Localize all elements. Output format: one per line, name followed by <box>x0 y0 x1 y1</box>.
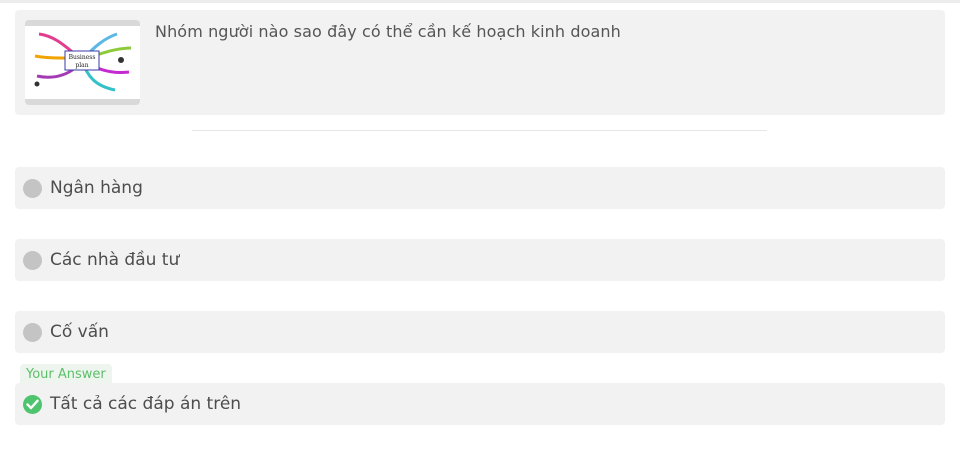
radio-icon[interactable] <box>23 251 42 270</box>
option-co-van[interactable]: Cố vấn <box>15 311 945 353</box>
radio-icon[interactable] <box>23 179 42 198</box>
option-label: Các nhà đầu tư <box>50 250 180 270</box>
option-ngan-hang[interactable]: Ngân hàng <box>15 167 945 209</box>
your-answer-badge: Your Answer <box>20 364 112 384</box>
question-card: Business plan Nhóm người nào sao đây có … <box>15 10 945 115</box>
option-label: Tất cả các đáp án trên <box>50 394 242 414</box>
check-circle-icon[interactable] <box>23 395 42 414</box>
question-image: Business plan <box>25 20 140 105</box>
divider <box>192 130 767 131</box>
image-label-plan: plan <box>75 62 88 69</box>
option-label: Ngân hàng <box>50 178 143 198</box>
option-cac-nha-dau-tu[interactable]: Các nhà đầu tư <box>15 239 945 281</box>
business-plan-mindmap-image: Business plan <box>25 26 140 99</box>
question-text: Nhóm người nào sao đây có thể cần kế hoạ… <box>155 22 621 41</box>
option-tat-ca[interactable]: Tất cả các đáp án trên <box>15 383 945 425</box>
option-label: Cố vấn <box>50 322 109 342</box>
radio-icon[interactable] <box>23 323 42 342</box>
top-border <box>0 0 960 3</box>
image-label-business: Business <box>69 54 96 61</box>
